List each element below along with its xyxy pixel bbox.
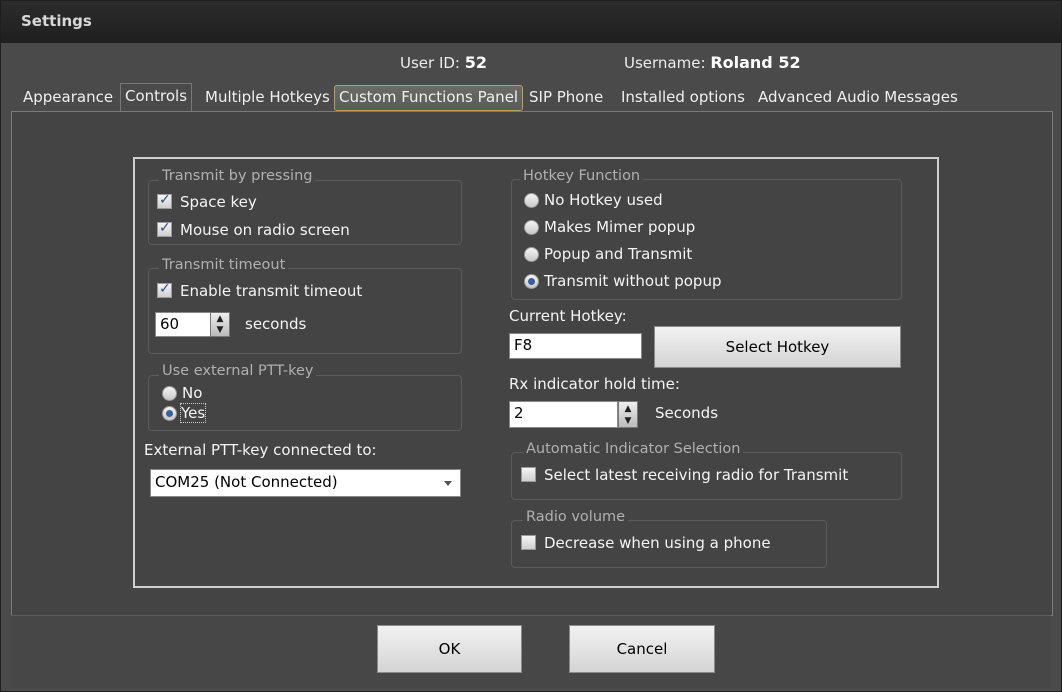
hotkey-option-mimer-popup[interactable]: Makes Mimer popup — [544, 218, 695, 236]
tab-multiple-hotkeys[interactable]: Multiple Hotkeys — [201, 85, 334, 111]
tab-custom-functions-panel[interactable]: Custom Functions Panel — [334, 85, 524, 111]
timeout-unit-label: seconds — [245, 315, 307, 333]
enable-timeout-checkbox[interactable] — [157, 281, 172, 298]
tab-advanced-audio-messages[interactable]: Advanced Audio Messages — [754, 85, 962, 111]
decrease-volume-checkbox[interactable] — [521, 535, 536, 550]
hotkey-option-radio-none[interactable] — [524, 193, 539, 208]
hotkey-function-title: Hotkey Function — [520, 168, 644, 184]
hotkey-option-radio-mimer-popup[interactable] — [524, 220, 539, 235]
hotkey-option-radio-transmit-no-popup[interactable] — [524, 274, 539, 289]
tab-appearance[interactable]: Appearance — [19, 85, 117, 111]
decrease-volume-label[interactable]: Decrease when using a phone — [544, 534, 771, 552]
spin-down-icon[interactable]: ▼ — [619, 416, 637, 426]
current-hotkey-input[interactable]: F8 — [509, 333, 642, 359]
enable-timeout-label[interactable]: Enable transmit timeout — [180, 282, 362, 300]
username: Username: Roland 52 — [624, 53, 801, 72]
rx-hold-unit-label: Seconds — [655, 404, 719, 422]
tab-sip-phone[interactable]: SIP Phone — [525, 85, 607, 111]
latest-radio-label[interactable]: Select latest receiving radio for Transm… — [544, 466, 848, 484]
radio-volume-title: Radio volume — [523, 509, 629, 525]
ptt-no-radio[interactable] — [162, 386, 177, 401]
space-key-checkbox[interactable] — [157, 192, 172, 209]
tab-controls[interactable]: Controls — [120, 83, 193, 113]
ptt-port-select[interactable]: COM25 (Not Connected) — [150, 469, 461, 497]
username-label: Username: — [624, 54, 706, 72]
current-hotkey-label: Current Hotkey: — [509, 307, 627, 325]
transmit-timeout-group — [148, 268, 462, 354]
rx-indicator-label: Rx indicator hold time: — [509, 375, 680, 393]
mouse-on-radio-checkbox[interactable] — [157, 220, 172, 237]
select-hotkey-button[interactable]: Select Hotkey — [654, 326, 901, 368]
timeout-spinner[interactable]: ▲ ▼ — [210, 312, 230, 337]
button-bar — [11, 615, 1051, 688]
rx-hold-time-input[interactable]: 2 — [509, 401, 618, 428]
transmit-timeout-title: Transmit timeout — [159, 257, 289, 273]
ptt-connected-label: External PTT-key connected to: — [144, 441, 377, 459]
tab-installed-options[interactable]: Installed options — [617, 85, 749, 111]
transmit-by-pressing-title: Transmit by pressing — [159, 168, 316, 184]
window-title: Settings — [21, 12, 92, 30]
ptt-yes-radio[interactable] — [162, 406, 177, 421]
ok-button[interactable]: OK — [377, 625, 522, 673]
timeout-seconds-input[interactable]: 60 — [155, 312, 211, 337]
user-id-label: User ID: — [400, 54, 460, 72]
rx-hold-spinner[interactable]: ▲ ▼ — [618, 401, 638, 428]
cancel-button[interactable]: Cancel — [569, 625, 715, 673]
hotkey-option-none[interactable]: No Hotkey used — [544, 191, 663, 209]
hotkey-option-radio-popup-transmit[interactable] — [524, 247, 539, 262]
user-id: User ID: 52 — [400, 53, 487, 72]
chevron-down-icon[interactable] — [444, 481, 452, 486]
auto-indicator-title: Automatic Indicator Selection — [523, 441, 744, 457]
latest-radio-checkbox[interactable] — [521, 467, 536, 482]
spin-down-icon[interactable]: ▼ — [211, 325, 229, 335]
user-id-value: 52 — [464, 53, 488, 72]
space-key-label[interactable]: Space key — [180, 193, 257, 211]
settings-window: Settings User ID: 52 Username: Roland 52… — [0, 0, 1062, 692]
spin-up-icon[interactable]: ▲ — [619, 404, 637, 414]
spin-up-icon[interactable]: ▲ — [211, 314, 229, 324]
ptt-yes-label[interactable]: Yes — [179, 403, 207, 423]
hotkey-option-transmit-no-popup[interactable]: Transmit without popup — [544, 272, 721, 290]
hotkey-option-popup-transmit[interactable]: Popup and Transmit — [544, 245, 692, 263]
username-value: Roland 52 — [710, 53, 801, 72]
external-ptt-title: Use external PTT-key — [159, 363, 317, 379]
ptt-port-value: COM25 (Not Connected) — [155, 473, 338, 491]
mouse-on-radio-label[interactable]: Mouse on radio screen — [180, 221, 350, 239]
ptt-no-label[interactable]: No — [182, 384, 202, 402]
title-bar[interactable]: Settings — [1, 1, 1061, 43]
